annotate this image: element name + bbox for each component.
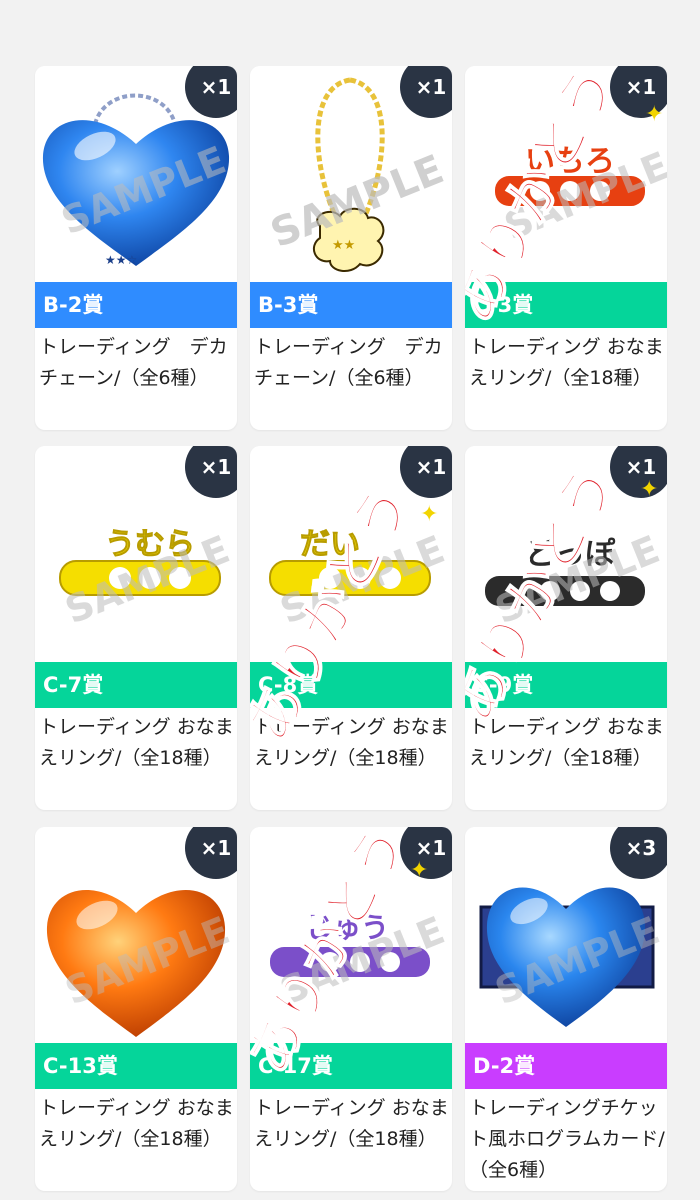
prize-label: C-3賞 [465,282,667,328]
prize-grid: ★★☆ SAMPLE ×1 B-2賞 トレーディング デカチェーン/（全6種） … [0,0,700,1200]
prize-card[interactable]: じゅう SAMPLE ×1 C-17賞 トレーディング おなまえリング/（全18… [250,827,452,1191]
prize-label: B-3賞 [250,282,452,328]
prize-label: D-2賞 [465,1043,667,1089]
prize-card[interactable]: SAMPLE ×1 C-13賞 トレーディング おなまえリング/（全18種） [35,827,237,1191]
svg-text:いちろ: いちろ [525,144,615,179]
svg-text:じゅう: じゅう [305,911,389,944]
prize-description: トレーディング おなまえリング/（全18種） [39,1097,234,1150]
prize-description: トレーディング おなまえリング/（全18種） [39,716,234,769]
svg-text:どっぽ: どっぽ [525,537,616,572]
prize-label: C-17賞 [250,1043,452,1089]
svg-text:★★☆: ★★☆ [105,253,137,267]
prize-description: トレーディング デカチェーン/（全6種） [39,336,228,389]
svg-text:だい: だい [300,527,360,562]
prize-label: B-2賞 [35,282,237,328]
prize-description: トレーディング おなまえリング/（全18種） [254,1097,449,1150]
svg-text:うむら: うむら [105,527,195,562]
prize-description: トレーディング おなまえリング/（全18種） [469,336,664,389]
prize-card[interactable]: SAMPLE ×3 D-2賞 トレーディングチケット風ホログラムカード/（全6種… [465,827,667,1191]
prize-label: C-13賞 [35,1043,237,1089]
prize-description: トレーディングチケット風ホログラムカード/（全6種） [469,1097,665,1181]
prize-card[interactable]: だい SAMPLE ×1 C-8賞 トレーディング おなまえリング/（全18種）… [250,446,452,810]
prize-label: C-8賞 [250,662,452,708]
prize-card[interactable]: うむら SAMPLE ×1 C-7賞 トレーディング おなまえリング/（全18種… [35,446,237,810]
prize-label: C-7賞 [35,662,237,708]
prize-card[interactable]: ★★☆ SAMPLE ×1 B-2賞 トレーディング デカチェーン/（全6種） [35,66,237,430]
prize-description: トレーディング おなまえリング/（全18種） [469,716,664,769]
svg-text:★★: ★★ [332,238,355,253]
prize-description: トレーディング おなまえリング/（全18種） [254,716,449,769]
prize-label: C-9賞 [465,662,667,708]
prize-card[interactable]: いちろ SAMPLE ×1 C-3賞 トレーディング おなまえリング/（全18種… [465,66,667,430]
prize-description: トレーディング デカチェーン/（全6種） [254,336,443,389]
prize-card[interactable]: ★★ SAMPLE ×1 B-3賞 トレーディング デカチェーン/（全6種） [250,66,452,430]
prize-card[interactable]: どっぽ SAMPLE ×1 C-9賞 トレーディング おなまえリング/（全18種… [465,446,667,810]
